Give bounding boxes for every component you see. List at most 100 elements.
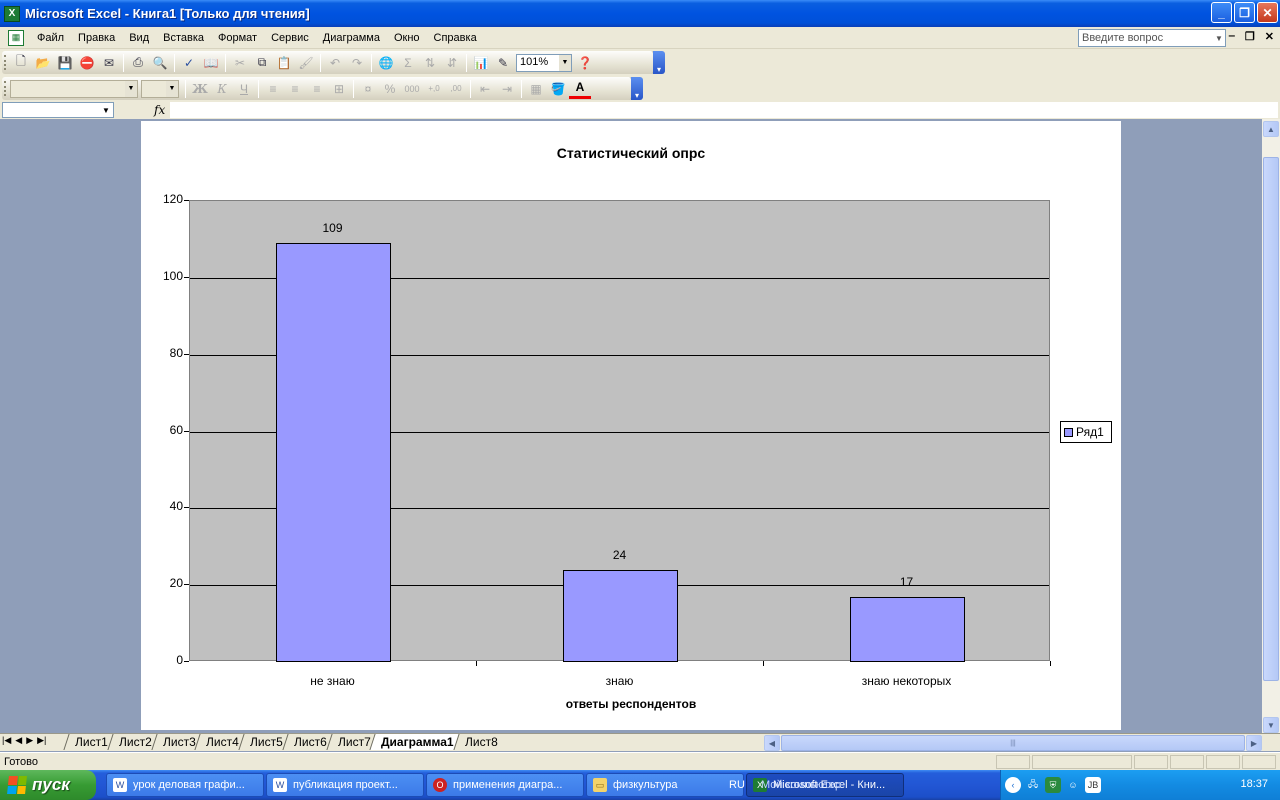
decrease-indent-icon[interactable]: ⇤ <box>474 79 496 99</box>
menu-view[interactable]: Вид <box>122 28 156 48</box>
taskbar-item-urok[interactable]: W урок деловая графи... <box>106 773 264 797</box>
sort-desc-icon[interactable]: ⇵ <box>441 53 463 73</box>
percent-button[interactable]: % <box>379 79 401 99</box>
first-sheet-icon[interactable]: |◀ <box>2 735 11 746</box>
next-sheet-icon[interactable]: ▶ <box>26 735 33 746</box>
undo-icon[interactable]: ↶ <box>324 53 346 73</box>
increase-decimal-button[interactable]: +,0 <box>423 79 445 99</box>
legend[interactable]: Ряд1 <box>1060 421 1112 443</box>
menu-chart[interactable]: Диаграмма <box>316 28 387 48</box>
paste-icon[interactable]: 📋 <box>273 53 295 73</box>
italic-button[interactable]: К <box>211 79 233 99</box>
menu-edit[interactable]: Правка <box>71 28 122 48</box>
taskbar-item-publikaciya[interactable]: W публикация проект... <box>266 773 424 797</box>
scroll-up-icon[interactable]: ▲ <box>1263 121 1279 137</box>
vertical-scrollbar[interactable]: ▲ ▼ <box>1262 119 1280 733</box>
ask-question-input[interactable]: Введите вопрос ▼ <box>1078 29 1226 47</box>
last-sheet-icon[interactable]: ▶| <box>37 735 46 746</box>
open-icon[interactable]: 📂 <box>32 53 54 73</box>
bar[interactable] <box>563 569 678 662</box>
menu-help[interactable]: Справка <box>427 28 484 48</box>
menu-insert[interactable]: Вставка <box>156 28 211 48</box>
help-icon[interactable]: ❓ <box>574 53 596 73</box>
menu-tools[interactable]: Сервис <box>264 28 316 48</box>
antivirus-icon[interactable]: ⛨ <box>1045 777 1061 793</box>
increase-indent-icon[interactable]: ⇥ <box>496 79 518 99</box>
thousands-button[interactable]: 000 <box>401 79 423 99</box>
spelling-icon[interactable]: ✓ <box>178 53 200 73</box>
research-icon[interactable]: 📖 <box>200 53 222 73</box>
network-icon[interactable]: 🖧 <box>1025 777 1041 793</box>
scroll-down-icon[interactable]: ▼ <box>1263 717 1279 733</box>
insert-function-button[interactable]: fx <box>154 103 165 117</box>
decrease-decimal-button[interactable]: ,00 <box>445 79 467 99</box>
hyperlink-icon[interactable]: 🌐 <box>375 53 397 73</box>
align-center-icon[interactable]: ≡ <box>284 79 306 99</box>
sort-asc-icon[interactable]: ⇅ <box>419 53 441 73</box>
horizontal-scrollbar[interactable]: ◀ ||| ▶ <box>764 735 1262 751</box>
font-name-select[interactable]: ▼ <box>10 79 138 98</box>
scroll-right-icon[interactable]: ▶ <box>1246 735 1262 751</box>
taskbar-item-fizkultura[interactable]: ▭ физкультура <box>586 773 744 797</box>
bar[interactable] <box>276 243 391 662</box>
scroll-thumb[interactable] <box>1263 157 1279 681</box>
data-label[interactable]: 24 <box>590 548 650 562</box>
bar[interactable] <box>850 596 965 662</box>
doc-close-icon[interactable]: ✕ <box>1265 30 1274 43</box>
restore-button[interactable]: ❐ <box>1234 2 1255 23</box>
messenger-icon[interactable]: ☺ <box>1065 777 1081 793</box>
toolbar-grip[interactable] <box>4 81 7 96</box>
minimize-button[interactable]: _ <box>1211 2 1232 23</box>
cut-icon[interactable]: ✂ <box>229 53 251 73</box>
doc-restore-icon[interactable]: ❐ <box>1245 30 1255 43</box>
fill-color-icon[interactable]: 🪣 <box>547 79 569 99</box>
chart-wizard-icon[interactable]: 📊 <box>470 53 492 73</box>
autosum-icon[interactable]: Σ <box>397 53 419 73</box>
print-icon[interactable]: ⎙ <box>127 53 149 73</box>
close-button[interactable]: ✕ <box>1257 2 1278 23</box>
align-right-icon[interactable]: ≡ <box>306 79 328 99</box>
data-label[interactable]: 109 <box>303 221 363 235</box>
menu-format[interactable]: Формат <box>211 28 264 48</box>
expand-tray-icon[interactable]: ‹ <box>1005 777 1021 793</box>
zoom-select[interactable]: 101% ▼ <box>516 53 572 72</box>
permission-icon[interactable]: ⛔ <box>76 53 98 73</box>
x-axis-title[interactable]: ответы респондентов <box>141 697 1121 711</box>
toolbar-options-icon[interactable]: ▾ <box>653 51 665 74</box>
plot-area[interactable] <box>189 200 1050 662</box>
underline-button[interactable]: Ч <box>233 79 255 99</box>
chevron-down-icon[interactable]: ▼ <box>99 103 113 117</box>
taskbar-item-primeneniya[interactable]: O применения диагра... <box>426 773 584 797</box>
prev-sheet-icon[interactable]: ◀ <box>15 735 22 746</box>
formula-input[interactable] <box>170 102 1278 118</box>
sheet-tab-active[interactable]: Диаграмма1 <box>369 734 461 750</box>
my-computer-toolbar[interactable]: Мой компьютер <box>761 770 841 800</box>
sheet-tab[interactable]: Лист2 <box>107 734 159 750</box>
menu-file[interactable]: Файл <box>30 28 71 48</box>
toolbar-options-icon[interactable]: ▾ <box>631 77 643 100</box>
start-button[interactable]: пуск <box>0 770 96 800</box>
doc-minimize-icon[interactable]: ‒ <box>1229 30 1235 43</box>
toolbar-grip[interactable] <box>4 55 7 70</box>
workbook-icon[interactable]: ▦ <box>8 29 24 46</box>
name-box[interactable]: ▼ <box>2 102 114 118</box>
chevron-down-icon[interactable]: ▼ <box>1213 30 1225 46</box>
print-preview-icon[interactable]: 🔍 <box>149 53 171 73</box>
bold-button[interactable]: Ж <box>189 79 211 99</box>
sheet-tab[interactable]: Лист5 <box>238 734 290 750</box>
align-left-icon[interactable]: ≡ <box>262 79 284 99</box>
data-label[interactable]: 17 <box>877 575 937 589</box>
format-painter-icon[interactable]: 🖌 <box>295 53 317 73</box>
new-icon[interactable]: 🗋 <box>10 53 32 73</box>
copy-icon[interactable]: ⧉ <box>251 53 273 73</box>
drawing-icon[interactable]: ✎ <box>492 53 514 73</box>
scroll-left-icon[interactable]: ◀ <box>764 735 780 751</box>
merge-center-icon[interactable]: ⊞ <box>328 79 350 99</box>
scroll-thumb[interactable]: ||| <box>781 735 1245 751</box>
language-indicator[interactable]: RU <box>729 770 745 800</box>
chart-title[interactable]: Статистический опрс <box>141 145 1121 161</box>
keyboard-icon[interactable]: JB <box>1085 777 1101 793</box>
menu-window[interactable]: Окно <box>387 28 427 48</box>
sheet-tab[interactable]: Лист1 <box>63 734 115 750</box>
excel-app-icon[interactable]: X <box>4 5 20 22</box>
